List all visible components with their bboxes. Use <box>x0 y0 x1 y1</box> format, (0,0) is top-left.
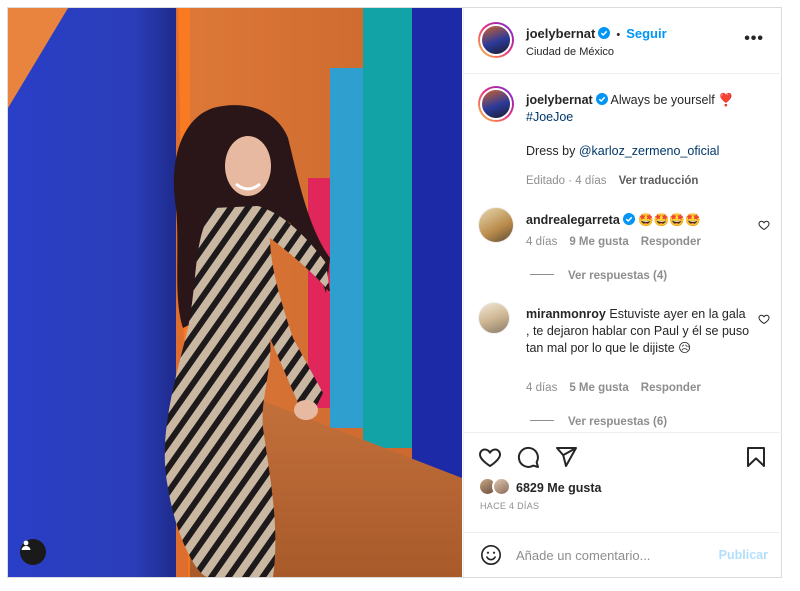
author-line: joelybernat • Seguir <box>526 26 667 41</box>
liker-avatar[interactable] <box>492 477 511 496</box>
comment-item: miranmonroy Estuviste ayer en la gala , … <box>464 296 782 432</box>
view-replies-button[interactable]: Ver respuestas (6) <box>530 416 667 428</box>
comment-meta: 4 días 5 Me gusta Responder <box>526 382 701 394</box>
comment-input[interactable]: Añade un comentario... <box>516 548 650 563</box>
photo-illustration <box>8 8 462 577</box>
comment-like-icon[interactable] <box>758 313 770 325</box>
comment-username[interactable]: andrealegarreta <box>526 213 620 227</box>
paper-plane-icon[interactable] <box>554 445 578 469</box>
add-comment-bar: Añade un comentario... Publicar <box>464 532 782 577</box>
separator-dot: • <box>616 29 621 41</box>
heart-exclamation-emoji: ❣️ <box>718 93 734 107</box>
verified-badge-icon <box>622 213 635 225</box>
post-modal: joelybernat • Seguir Ciudad de México ••• … <box>7 7 782 578</box>
comment-time[interactable]: 4 días <box>526 236 557 248</box>
caption-edited-time: Editado · 4 días <box>526 175 607 187</box>
post-location[interactable]: Ciudad de México <box>526 46 614 58</box>
caption-body: Always be yourself <box>610 93 715 107</box>
user-tag-button[interactable] <box>20 539 46 565</box>
comment-body: 🤩🤩🤩🤩 <box>638 213 701 227</box>
commenter-avatar[interactable] <box>478 207 514 243</box>
action-bar: 6829 Me gusta HACE 4 DÍAS <box>464 432 782 532</box>
dress-credit-prefix: Dress by <box>526 144 576 158</box>
hashtag-link[interactable]: #JoeJoe <box>526 110 573 124</box>
comment-meta: 4 días 9 Me gusta Responder <box>526 236 701 248</box>
comment-icon[interactable] <box>516 445 540 469</box>
caption-text: joelybernat Always be yourself ❣️ #JoeJo… <box>526 92 750 160</box>
comment-text: miranmonroy Estuviste ayer en la gala , … <box>526 306 750 357</box>
post-comment-button[interactable]: Publicar <box>719 548 768 562</box>
comment-like-icon[interactable] <box>758 219 770 231</box>
post-photo[interactable] <box>8 8 462 577</box>
post-side-panel: joelybernat • Seguir Ciudad de México ••• … <box>463 8 782 577</box>
author-avatar[interactable] <box>478 22 514 58</box>
comment-time[interactable]: 4 días <box>526 382 557 394</box>
comment-username[interactable]: miranmonroy <box>526 307 606 321</box>
caption-avatar[interactable] <box>478 86 514 122</box>
caption: joelybernat Always be yourself ❣️ #JoeJo… <box>464 74 782 194</box>
post-header: joelybernat • Seguir Ciudad de México ••• <box>464 8 782 74</box>
author-username[interactable]: joelybernat <box>526 26 595 41</box>
likes-count[interactable]: 6829 Me gusta <box>516 481 601 495</box>
bookmark-icon[interactable] <box>744 445 768 469</box>
verified-badge-icon <box>595 93 608 105</box>
verified-badge-icon <box>598 27 611 39</box>
commenter-avatar[interactable] <box>478 302 510 334</box>
comment-text: andrealegarreta 🤩🤩🤩🤩 <box>526 212 750 229</box>
follow-button[interactable]: Seguir <box>626 26 666 41</box>
user-tag-icon <box>21 540 31 550</box>
heart-icon[interactable] <box>478 445 502 469</box>
smiley-icon[interactable] <box>480 544 502 566</box>
view-replies-button[interactable]: Ver respuestas (4) <box>530 270 667 282</box>
see-translation-link[interactable]: Ver traducción <box>619 175 699 187</box>
comment-item: andrealegarreta 🤩🤩🤩🤩 4 días 9 Me gusta Res… <box>464 202 782 292</box>
comments-list: joelybernat Always be yourself ❣️ #JoeJo… <box>464 74 782 432</box>
more-options-icon[interactable]: ••• <box>744 30 764 48</box>
caption-meta: Editado · 4 días Ver traducción <box>526 175 698 187</box>
mention-link[interactable]: @karloz_zermeno_oficial <box>579 144 720 158</box>
reply-button[interactable]: Responder <box>641 236 701 248</box>
comment-likes[interactable]: 9 Me gusta <box>569 236 628 248</box>
post-date[interactable]: HACE 4 DÍAS <box>480 501 539 511</box>
comment-likes[interactable]: 5 Me gusta <box>569 382 628 394</box>
reply-button[interactable]: Responder <box>641 382 701 394</box>
caption-username[interactable]: joelybernat <box>526 93 593 107</box>
